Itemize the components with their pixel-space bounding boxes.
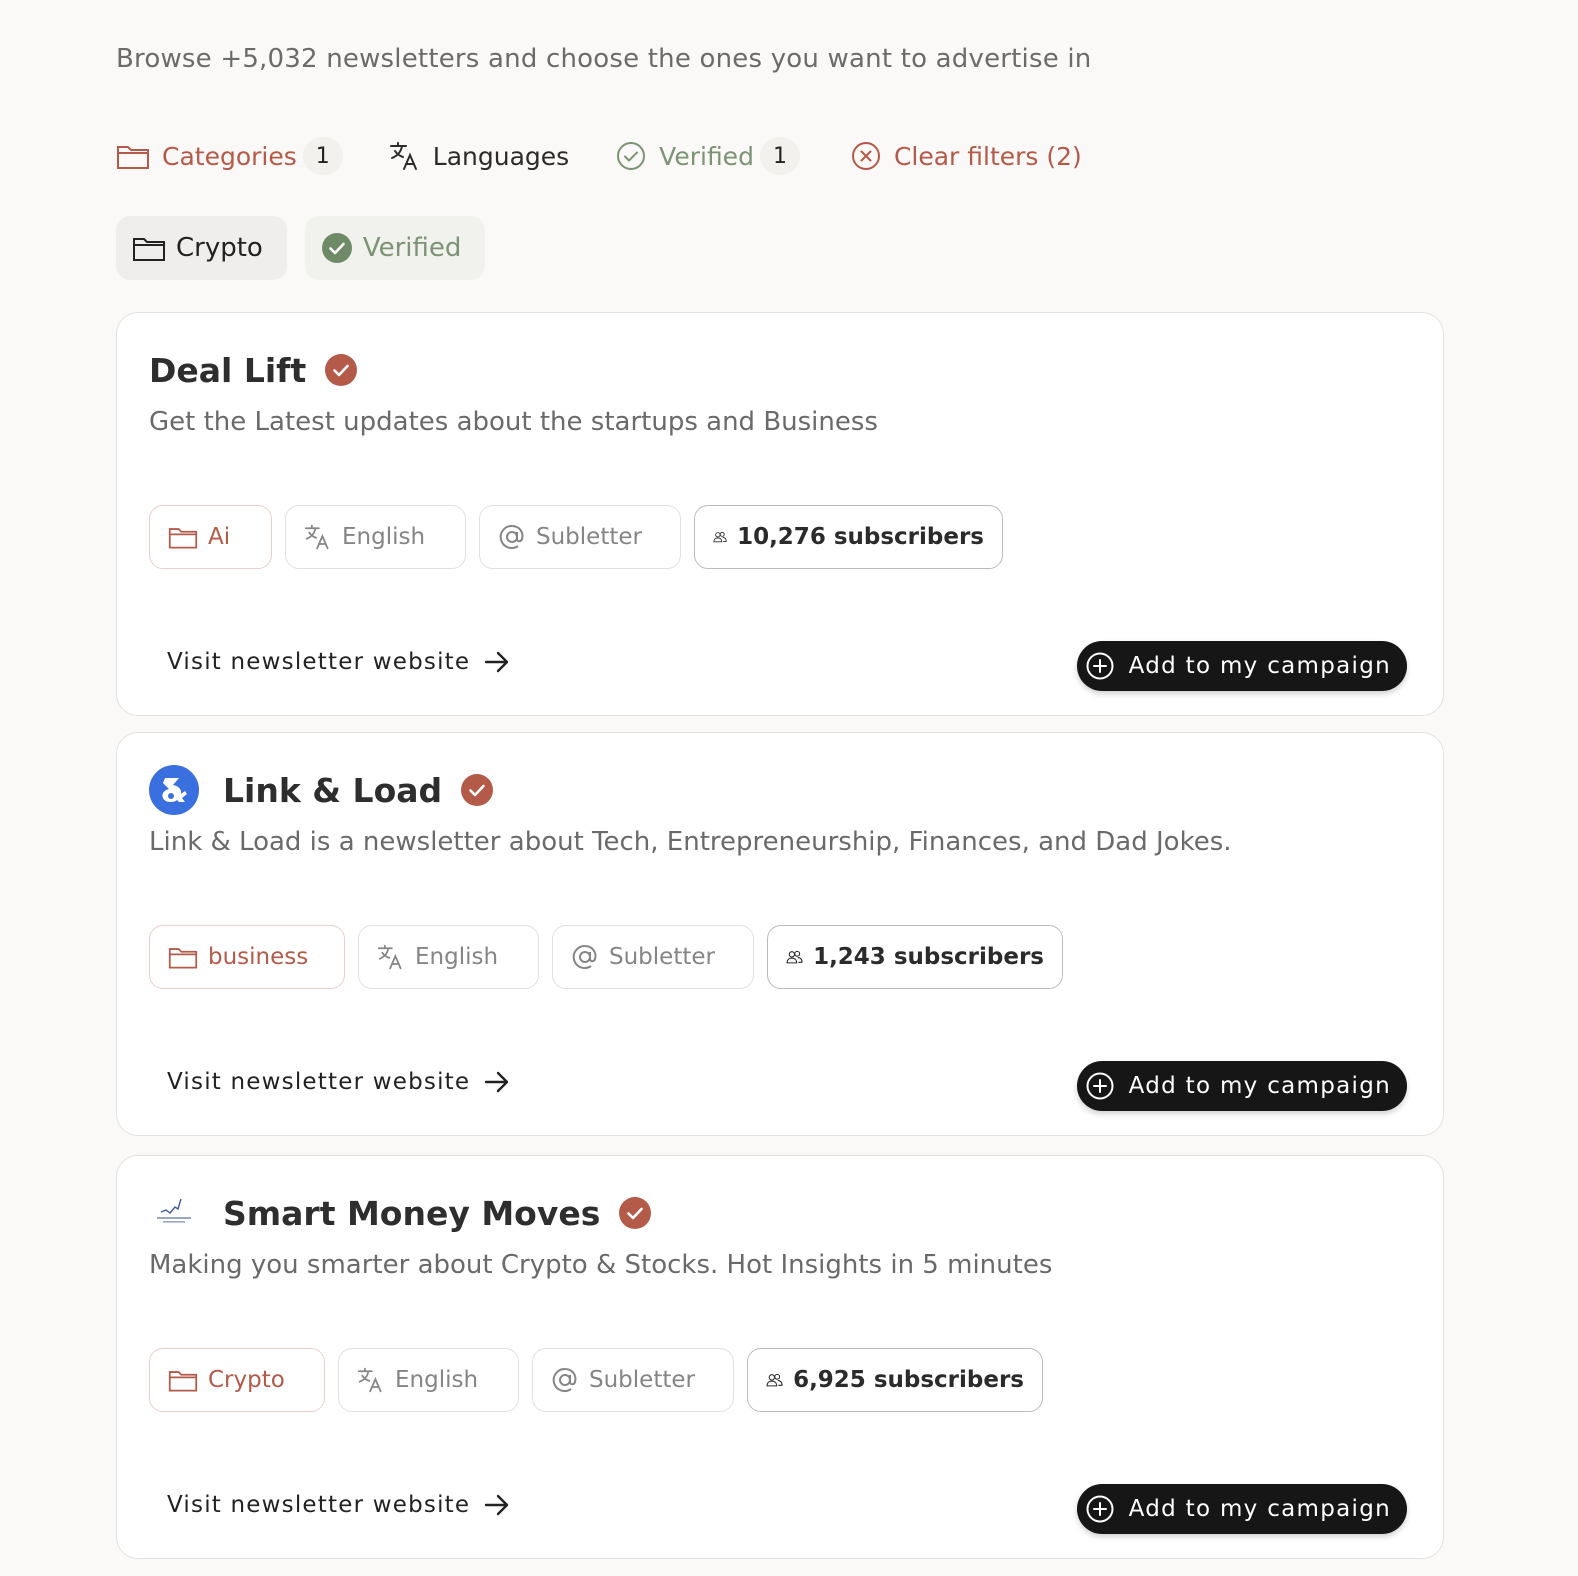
add-to-campaign-button[interactable]: Add to my campaign xyxy=(1076,1061,1407,1111)
plus-circle-icon xyxy=(1086,1072,1114,1100)
newsletter-description: Link & Load is a newsletter about Tech, … xyxy=(149,827,1232,857)
verified-badge-icon xyxy=(619,1197,652,1229)
filter-bar: Categories 1 Languages Verified 1 Clear … xyxy=(116,134,1082,178)
visit-website-link[interactable]: Visit newsletter website xyxy=(167,1069,510,1095)
plus-circle-icon xyxy=(1086,652,1114,680)
newsletter-description: Get the Latest updates about the startup… xyxy=(149,407,878,437)
add-to-campaign-label: Add to my campaign xyxy=(1128,1496,1391,1522)
languages-filter-label: Languages xyxy=(432,141,570,171)
add-to-campaign-button[interactable]: Add to my campaign xyxy=(1076,1484,1407,1534)
newsletter-title: Deal Lift xyxy=(149,350,307,390)
translate-icon xyxy=(389,142,417,170)
newsletter-tags: Ai English Subletter 10,276 subscribers xyxy=(149,505,1016,569)
active-chip-crypto[interactable]: Crypto xyxy=(116,216,287,280)
platform-tag: Subletter xyxy=(552,925,754,989)
newsletter-card: Deal Lift Get the Latest updates about t… xyxy=(116,312,1444,716)
translate-icon xyxy=(357,1367,382,1393)
platform-tag-label: Subletter xyxy=(536,524,642,550)
subscribers-tag: 1,243 subscribers xyxy=(767,925,1063,989)
categories-filter[interactable]: Categories 1 xyxy=(116,137,343,175)
newsletter-card: Link & Load Link & Load is a newsletter … xyxy=(116,732,1444,1136)
category-tag: Crypto xyxy=(149,1348,325,1412)
verified-badge-icon xyxy=(325,354,358,386)
subscribers-tag-label: 1,243 subscribers xyxy=(813,944,1044,970)
page-subtitle: Browse +5,032 newsletters and choose the… xyxy=(116,44,1092,74)
active-chip-crypto-label: Crypto xyxy=(176,233,263,263)
card-header: Link & Load xyxy=(149,763,494,817)
category-tag: Ai xyxy=(149,505,272,569)
check-circle-filled-icon xyxy=(321,233,352,263)
newsletter-card: Smart Money Moves Making you smarter abo… xyxy=(116,1155,1444,1559)
category-tag-label: business xyxy=(208,944,309,970)
translate-icon xyxy=(304,524,329,550)
visit-website-link[interactable]: Visit newsletter website xyxy=(167,1492,510,1518)
platform-tag: Subletter xyxy=(479,505,681,569)
folder-icon xyxy=(133,238,165,261)
newsletter-description: Making you smarter about Crypto & Stocks… xyxy=(149,1250,1053,1280)
clear-filters-button[interactable]: Clear filters (2) xyxy=(850,140,1082,172)
folder-icon xyxy=(168,528,198,549)
subscribers-tag: 10,276 subscribers xyxy=(694,505,1003,569)
at-sign-icon xyxy=(499,524,524,549)
newsletter-title: Link & Load xyxy=(223,770,443,810)
card-header: Smart Money Moves xyxy=(149,1186,652,1240)
newsletter-tags: Crypto English Subletter 6,925 subscribe… xyxy=(149,1348,1056,1412)
verified-badge-icon xyxy=(461,774,494,806)
add-to-campaign-label: Add to my campaign xyxy=(1128,1073,1391,1099)
check-circle-icon xyxy=(617,142,646,170)
arrow-right-icon xyxy=(485,1494,509,1516)
languages-filter[interactable]: Languages xyxy=(389,140,569,172)
users-icon xyxy=(766,1373,783,1387)
card-header: Deal Lift xyxy=(149,343,358,397)
newsletter-tags: business English Subletter 1,243 subscri… xyxy=(149,925,1076,989)
category-tag-label: Crypto xyxy=(208,1367,285,1393)
platform-tag-label: Subletter xyxy=(609,944,715,970)
language-tag: English xyxy=(338,1348,519,1412)
subscribers-tag-label: 6,925 subscribers xyxy=(793,1367,1024,1393)
visit-website-label: Visit newsletter website xyxy=(167,1492,471,1518)
folder-icon xyxy=(168,948,198,969)
visit-website-label: Visit newsletter website xyxy=(167,649,471,675)
active-chip-verified-label: Verified xyxy=(362,233,462,263)
smart-money-moves-logo xyxy=(157,1198,191,1223)
arrow-right-icon xyxy=(485,1071,509,1093)
newsletter-title: Smart Money Moves xyxy=(223,1193,601,1233)
verified-count-badge: 1 xyxy=(759,137,800,175)
language-tag-label: English xyxy=(415,944,499,970)
users-icon xyxy=(786,950,803,964)
platform-tag-label: Subletter xyxy=(589,1367,695,1393)
platform-tag: Subletter xyxy=(532,1348,734,1412)
at-sign-icon xyxy=(552,1367,577,1392)
x-circle-icon xyxy=(851,142,880,170)
folder-icon xyxy=(117,146,149,169)
category-tag: business xyxy=(149,925,345,989)
subscribers-tag: 6,925 subscribers xyxy=(747,1348,1043,1412)
plus-circle-icon xyxy=(1086,1495,1114,1523)
translate-icon xyxy=(377,944,402,970)
users-icon xyxy=(713,531,727,543)
active-chip-verified[interactable]: Verified xyxy=(304,216,486,280)
add-to-campaign-button[interactable]: Add to my campaign xyxy=(1076,641,1407,691)
subscribers-tag-label: 10,276 subscribers xyxy=(737,524,984,550)
clear-filters-label: Clear filters (2) xyxy=(893,141,1082,171)
link-and-load-logo xyxy=(149,765,199,815)
add-to-campaign-label: Add to my campaign xyxy=(1128,653,1391,679)
folder-icon xyxy=(168,1371,198,1392)
language-tag-label: English xyxy=(395,1367,479,1393)
verified-filter-label: Verified xyxy=(659,141,754,171)
category-tag-label: Ai xyxy=(208,524,231,550)
arrow-right-icon xyxy=(485,651,509,673)
verified-filter[interactable]: Verified 1 xyxy=(615,137,800,175)
active-filter-chips: Crypto Verified xyxy=(116,216,503,280)
language-tag: English xyxy=(358,925,539,989)
at-sign-icon xyxy=(572,944,597,969)
language-tag-label: English xyxy=(342,524,426,550)
categories-filter-label: Categories xyxy=(162,141,297,171)
language-tag: English xyxy=(285,505,466,569)
visit-website-label: Visit newsletter website xyxy=(167,1069,471,1095)
categories-count-badge: 1 xyxy=(302,137,343,175)
visit-website-link[interactable]: Visit newsletter website xyxy=(167,649,510,675)
